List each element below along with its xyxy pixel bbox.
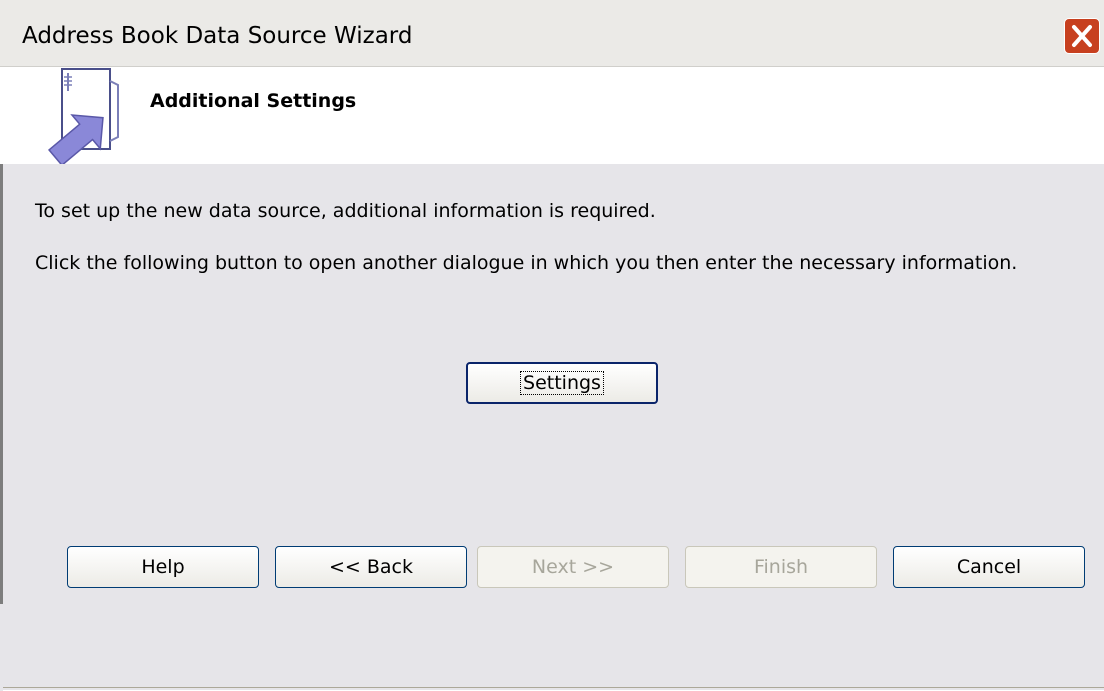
next-button-label: Next >> [531, 556, 615, 578]
info-text-line1: To set up the new data source, additiona… [35, 200, 656, 222]
cancel-button-label: Cancel [956, 556, 1022, 578]
close-icon [1072, 25, 1092, 47]
help-button-label: Help [141, 556, 185, 578]
back-button[interactable]: << Back [275, 546, 467, 588]
finish-button-label: Finish [753, 556, 809, 578]
page-heading: Additional Settings [150, 90, 357, 112]
help-button[interactable]: Help [67, 546, 259, 588]
settings-button-label: Settings [520, 371, 604, 395]
back-button-label: << Back [328, 556, 413, 578]
cancel-button[interactable]: Cancel [893, 546, 1085, 588]
wizard-header: Additional Settings [0, 67, 1104, 164]
info-text-line2: Click the following button to open anoth… [35, 252, 1018, 274]
next-button[interactable]: Next >> [477, 546, 669, 588]
finish-button[interactable]: Finish [685, 546, 877, 588]
settings-button[interactable]: Settings [466, 362, 658, 404]
close-button[interactable] [1064, 18, 1100, 54]
window-title: Address Book Data Source Wizard [22, 23, 413, 49]
title-bar: Address Book Data Source Wizard [0, 0, 1104, 67]
wizard-content: To set up the new data source, additiona… [0, 164, 1104, 691]
address-book-icon [48, 68, 119, 164]
footer-separator [3, 687, 1104, 691]
